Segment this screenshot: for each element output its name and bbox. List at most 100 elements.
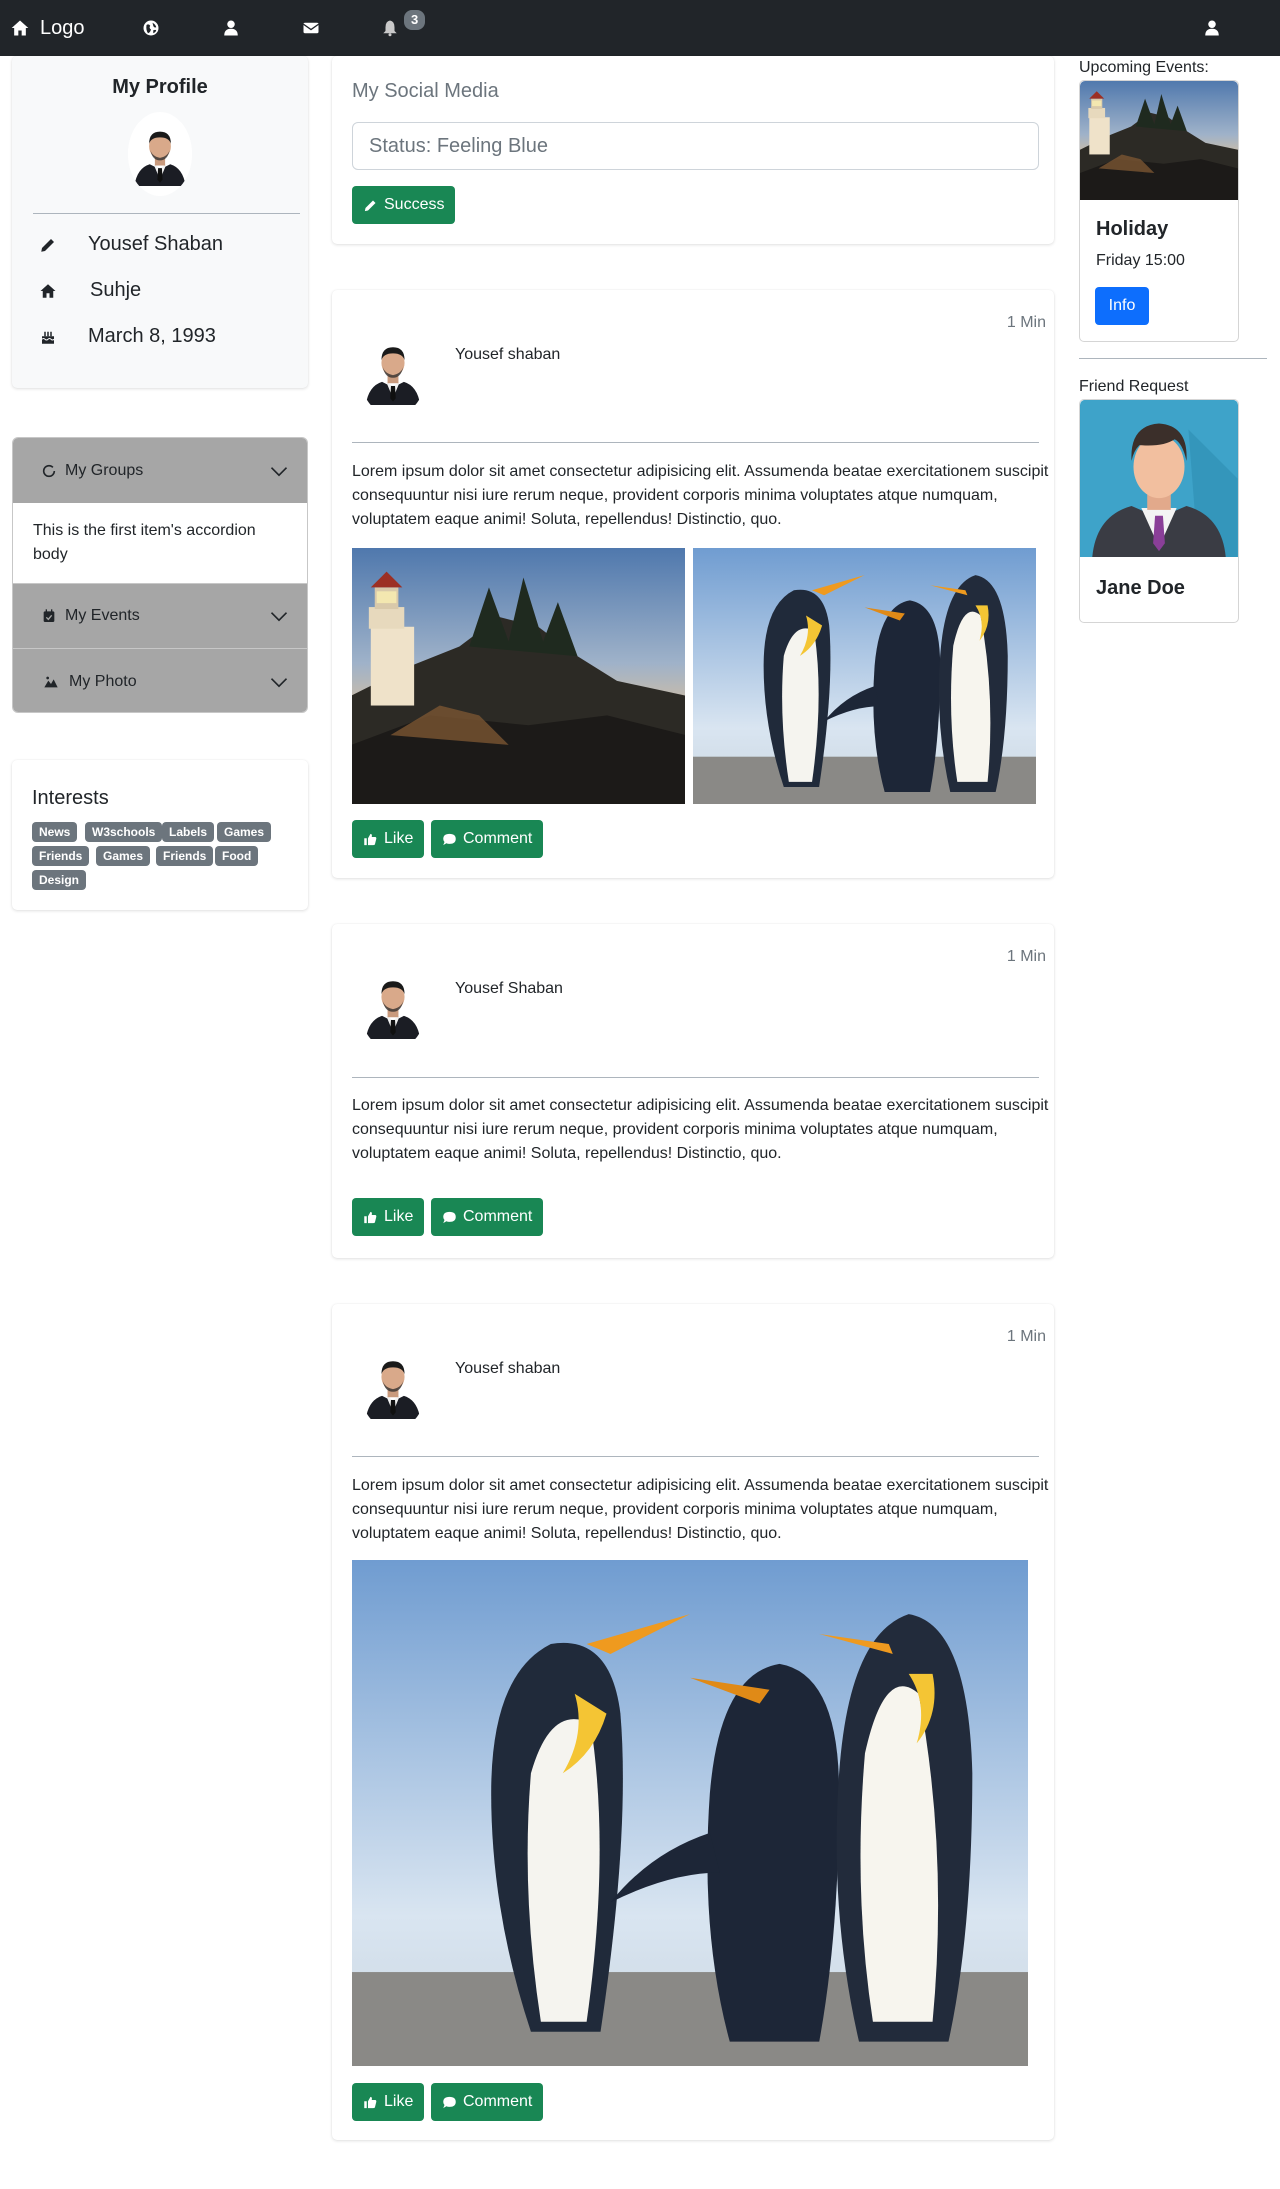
interests-title: Interests xyxy=(32,787,109,809)
success-button[interactable]: Success xyxy=(352,186,456,224)
like-button[interactable]: Like xyxy=(352,820,425,858)
event-title: Holiday xyxy=(1096,218,1169,240)
accordion-header-photo[interactable]: My Photo xyxy=(13,648,307,712)
post-time: 1 Min xyxy=(1006,1328,1046,1345)
home-icon xyxy=(11,20,29,36)
accordion-label: My Events xyxy=(65,607,140,624)
interest-tag: Games xyxy=(96,846,151,866)
status-card: My Social Media Success xyxy=(332,56,1054,244)
post-divider xyxy=(352,1077,1039,1078)
person-avatar-illustration xyxy=(1080,400,1238,557)
navbar-brand[interactable]: Logo xyxy=(10,0,85,56)
post-card: 1 Min Yousef shaban Lorem ipsum dolor si… xyxy=(332,290,1054,878)
interest-tag: Design xyxy=(32,870,87,890)
top-navbar: Logo 3 xyxy=(0,0,1280,56)
circle-notch-icon xyxy=(42,464,56,477)
post-author[interactable]: Yousef Shaban xyxy=(455,980,563,998)
profile-avatar xyxy=(128,112,192,196)
accordion: My Groups This is the first item's accor… xyxy=(12,437,308,713)
user-icon xyxy=(1205,20,1219,36)
post-author[interactable]: Yousef shaban xyxy=(455,1360,560,1378)
post-divider xyxy=(352,1456,1039,1457)
like-label: Like xyxy=(384,2093,414,2110)
accordion-header-groups[interactable]: My Groups xyxy=(13,438,307,503)
interest-tag: Friends xyxy=(32,846,90,866)
upcoming-events-heading: Upcoming Events: xyxy=(1079,59,1209,76)
profile-name-row: Yousef Shaban xyxy=(39,233,223,256)
friend-name[interactable]: Jane Doe xyxy=(1096,577,1185,600)
post-time: 1 Min xyxy=(1006,314,1046,331)
post-author-avatar xyxy=(359,1340,427,1430)
post-author-avatar xyxy=(359,960,427,1050)
nav-notifications-button[interactable] xyxy=(381,0,399,56)
friend-request-card: Jane Doe xyxy=(1079,399,1239,623)
interest-tag: Labels xyxy=(162,822,215,842)
post-divider xyxy=(352,442,1039,443)
interest-tag: W3schools xyxy=(85,822,163,842)
profile-location-row: Suhje xyxy=(39,279,141,302)
comment-button[interactable]: Comment xyxy=(431,820,544,858)
comment-button[interactable]: Comment xyxy=(431,1198,544,1236)
accordion-header-events[interactable]: My Events xyxy=(13,583,307,648)
friend-request-heading: Friend Request xyxy=(1079,378,1189,395)
nav-messages-button[interactable] xyxy=(302,0,320,56)
post-photo-lighthouse[interactable] xyxy=(352,548,685,804)
interests-card: Interests News W3schools Labels Games Fr… xyxy=(12,760,308,910)
birthday-cake-icon xyxy=(41,331,55,344)
accordion-label: My Groups xyxy=(65,461,144,479)
post-author-avatar xyxy=(359,326,427,416)
accordion-label: My Photo xyxy=(69,672,137,690)
thumbs-up-icon xyxy=(364,1211,377,1223)
post-photo-penguins[interactable] xyxy=(352,1560,1028,2066)
nav-profile-button[interactable] xyxy=(222,0,240,56)
event-photo xyxy=(1080,81,1238,200)
pencil-icon xyxy=(41,238,54,252)
chevron-down-icon xyxy=(270,612,288,622)
user-icon xyxy=(224,20,238,36)
event-time: Friday 15:00 xyxy=(1096,252,1185,269)
calendar-check-icon xyxy=(43,609,55,622)
profile-location: Suhje xyxy=(90,279,142,301)
interest-tag: Games xyxy=(217,822,272,842)
like-button[interactable]: Like xyxy=(352,1198,425,1236)
nav-account-button[interactable] xyxy=(1203,0,1221,56)
post-time: 1 Min xyxy=(1006,948,1046,965)
globe-icon xyxy=(143,20,159,36)
post-author[interactable]: Yousef shaban xyxy=(455,346,560,364)
profile-card: My Profile Yousef Shaban Suhje March 8, … xyxy=(12,56,308,388)
right-divider xyxy=(1079,358,1267,359)
nav-globe-button[interactable] xyxy=(142,0,160,56)
like-label: Like xyxy=(384,830,414,847)
notification-badge: 3 xyxy=(404,10,426,30)
thumbs-up-icon xyxy=(364,833,377,845)
profile-title: My Profile xyxy=(112,76,208,98)
interest-tag: Friends xyxy=(156,846,214,866)
comment-button[interactable]: Comment xyxy=(431,2083,544,2121)
post-text: Lorem ipsum dolor sit amet consectetur a… xyxy=(352,1097,1049,1162)
profile-birthday-row: March 8, 1993 xyxy=(39,325,216,348)
profile-divider xyxy=(33,213,300,214)
profile-name: Yousef Shaban xyxy=(88,233,223,255)
interest-tag: Food xyxy=(215,846,259,866)
like-button[interactable]: Like xyxy=(352,2083,425,2121)
accordion-body: This is the first item's accordion body xyxy=(13,503,307,583)
comment-label: Comment xyxy=(463,830,533,847)
post-text: Lorem ipsum dolor sit amet consectetur a… xyxy=(352,463,1049,528)
post-text: Lorem ipsum dolor sit amet consectetur a… xyxy=(352,1477,1049,1542)
interest-tag: News xyxy=(32,822,78,842)
pencil-icon xyxy=(364,200,376,211)
event-info-button[interactable]: Info xyxy=(1095,287,1149,325)
success-button-label: Success xyxy=(384,196,445,213)
comment-icon xyxy=(443,833,456,845)
chevron-down-icon xyxy=(270,677,288,687)
bell-icon xyxy=(383,20,397,37)
post-photo-penguins[interactable] xyxy=(693,548,1036,804)
like-label: Like xyxy=(384,1208,414,1225)
profile-birthday: March 8, 1993 xyxy=(88,325,216,347)
event-card: Holiday Friday 15:00 Info xyxy=(1079,80,1239,342)
friend-avatar[interactable] xyxy=(1080,400,1238,557)
brand-label: Logo xyxy=(40,16,85,39)
envelope-icon xyxy=(303,22,319,34)
thumbs-up-icon xyxy=(364,2096,377,2108)
status-input[interactable] xyxy=(352,122,1039,170)
